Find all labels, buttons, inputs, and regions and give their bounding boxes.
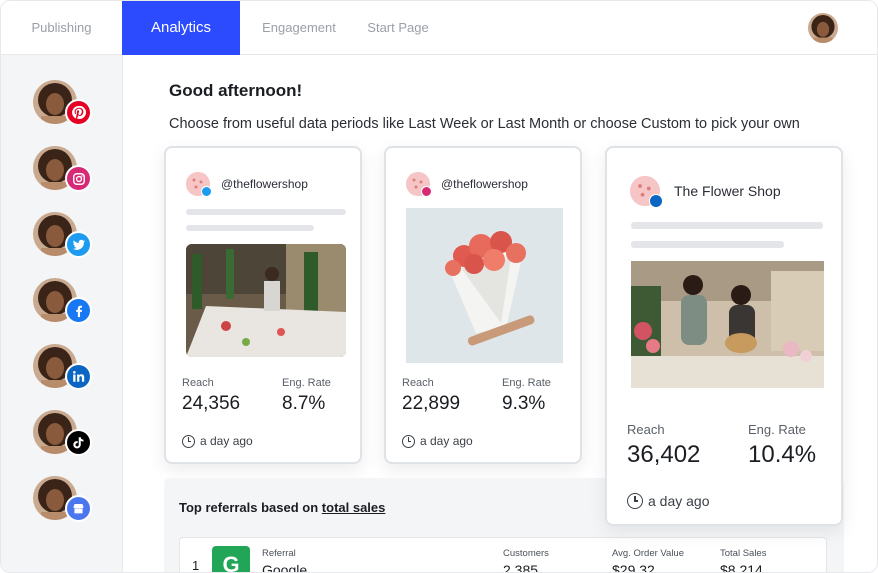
instagram-icon	[421, 186, 432, 197]
accounts-sidebar	[1, 55, 123, 572]
eng-rate-label: Eng. Rate	[282, 377, 331, 389]
text-placeholder	[631, 222, 823, 229]
post-image-workshop[interactable]	[186, 244, 346, 357]
pinterest-icon	[65, 99, 92, 126]
referral-name: Google	[262, 562, 308, 573]
reach-value: 24,356	[182, 393, 241, 414]
eng-rate-label: Eng. Rate	[748, 422, 806, 437]
account-pinterest[interactable]	[33, 80, 93, 130]
twitter-icon	[201, 186, 212, 197]
app-window: Publishing Analytics Engagement Start Pa…	[0, 0, 878, 573]
profile-avatar	[406, 172, 432, 197]
rank-number: 1	[192, 558, 200, 573]
reach-label: Reach	[627, 422, 665, 437]
top-nav: Publishing Analytics Engagement Start Pa…	[1, 1, 877, 55]
timestamp-text: a day ago	[648, 493, 710, 509]
tiktok-icon	[65, 429, 92, 456]
table-row[interactable]: 1 G Referral Google Customers 2,385 Avg.…	[179, 537, 827, 573]
total-sales-value: $8,214	[720, 562, 763, 573]
reach-label: Reach	[402, 377, 434, 389]
account-twitter[interactable]	[33, 212, 93, 262]
google-logo-icon: G	[212, 546, 250, 573]
account-instagram[interactable]	[33, 146, 93, 196]
account-handle: The Flower Shop	[674, 183, 781, 199]
post-card-twitter[interactable]: @theflowershop Reach 24,356 Eng. Rate 8.…	[164, 146, 362, 464]
text-placeholder	[631, 241, 784, 248]
timestamp-text: a day ago	[200, 434, 253, 448]
tab-analytics[interactable]: Analytics	[122, 1, 240, 55]
post-image-bouquet[interactable]	[406, 208, 563, 363]
column-header-referral: Referral	[262, 548, 296, 559]
account-handle: @theflowershop	[221, 177, 308, 191]
text-placeholder	[186, 225, 314, 231]
column-header-aov: Avg. Order Value	[612, 548, 684, 559]
clock-icon	[402, 434, 415, 448]
reach-label: Reach	[182, 377, 214, 389]
post-image-florists[interactable]	[631, 261, 824, 388]
period-hint: Choose from useful data periods like Las…	[169, 116, 800, 132]
column-header-total-sales: Total Sales	[720, 548, 767, 559]
timestamp-text: a day ago	[420, 434, 473, 448]
tab-engagement[interactable]: Engagement	[240, 1, 358, 55]
eng-rate-value: 8.7%	[282, 393, 326, 414]
post-timestamp: a day ago	[402, 434, 473, 448]
aov-value: $29.32	[612, 562, 655, 573]
eng-rate-value: 9.3%	[502, 393, 546, 414]
account-handle: @theflowershop	[441, 177, 528, 191]
user-avatar[interactable]	[808, 13, 838, 43]
clock-icon	[182, 434, 195, 448]
tab-start-page[interactable]: Start Page	[358, 1, 438, 55]
tab-publishing[interactable]: Publishing	[1, 1, 122, 55]
instagram-icon	[65, 165, 92, 192]
referrals-title: Top referrals based on total sales	[179, 500, 385, 515]
account-google-business[interactable]	[33, 476, 93, 526]
customers-value: 2,385	[503, 562, 539, 573]
linkedin-icon	[649, 194, 663, 208]
facebook-icon	[65, 297, 92, 324]
reach-value: 36,402	[627, 441, 701, 468]
total-sales-link[interactable]: total sales	[322, 500, 386, 515]
account-tiktok[interactable]	[33, 410, 93, 460]
logo-letter: G	[222, 552, 240, 573]
twitter-icon	[65, 231, 92, 258]
account-facebook[interactable]	[33, 278, 93, 328]
reach-value: 22,899	[402, 393, 461, 414]
eng-rate-label: Eng. Rate	[502, 377, 551, 389]
referrals-title-text: Top referrals based on	[179, 500, 322, 515]
column-header-customers: Customers	[503, 548, 549, 559]
post-timestamp: a day ago	[627, 493, 710, 509]
profile-avatar	[186, 172, 212, 197]
clock-icon	[627, 493, 643, 509]
greeting-heading: Good afternoon!	[169, 81, 303, 100]
profile-avatar	[630, 176, 663, 208]
linkedin-icon	[65, 363, 92, 390]
google-business-icon	[65, 495, 92, 522]
post-card-instagram[interactable]: @theflowershop Reach 22,899 Eng. Rate 9.…	[384, 146, 582, 464]
post-card-linkedin[interactable]: The Flower Shop Reach 36,402 Eng. Rate 1…	[605, 146, 843, 526]
post-timestamp: a day ago	[182, 434, 253, 448]
account-linkedin[interactable]	[33, 344, 93, 394]
text-placeholder	[186, 209, 346, 215]
eng-rate-value: 10.4%	[748, 441, 817, 468]
